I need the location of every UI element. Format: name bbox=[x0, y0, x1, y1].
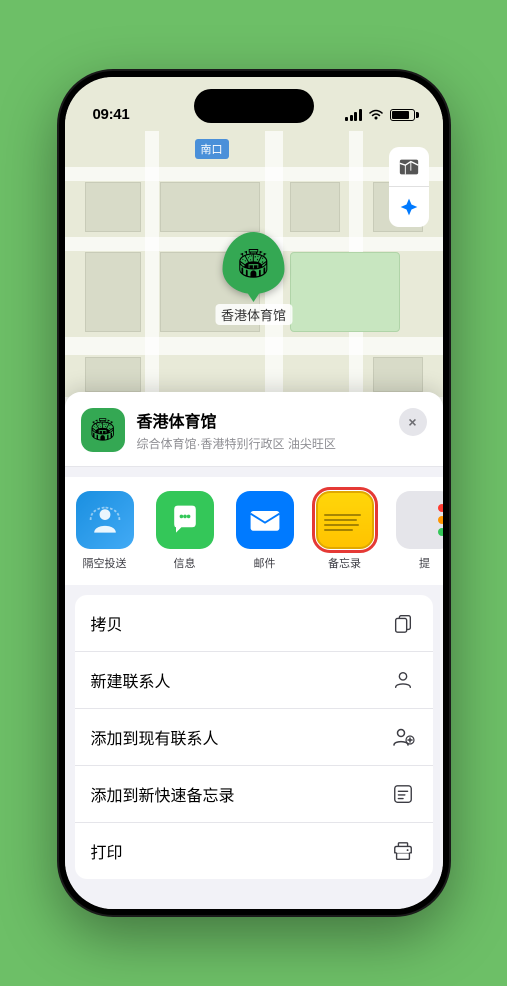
phone-frame: 09:41 bbox=[59, 71, 449, 915]
action-copy[interactable]: 拷贝 bbox=[75, 595, 433, 652]
more-icon bbox=[396, 491, 443, 549]
map-controls bbox=[389, 147, 429, 227]
messages-label: 信息 bbox=[174, 555, 196, 571]
notes-lines-decoration bbox=[318, 506, 372, 535]
print-icon bbox=[389, 837, 417, 865]
wifi-icon bbox=[368, 107, 384, 123]
place-info: 香港体育馆 综合体育馆·香港特别行政区 油尖旺区 bbox=[137, 408, 387, 452]
share-more[interactable]: 提 bbox=[385, 491, 443, 571]
stadium-icon: 🏟 bbox=[236, 247, 272, 280]
action-list: 拷贝 新建联系人 bbox=[75, 595, 433, 879]
status-time: 09:41 bbox=[93, 106, 130, 123]
notes-label: 备忘录 bbox=[328, 555, 361, 571]
location-button[interactable] bbox=[389, 187, 429, 227]
close-button[interactable]: × bbox=[399, 408, 427, 436]
place-name: 香港体育馆 bbox=[137, 408, 387, 432]
status-icons bbox=[345, 107, 415, 123]
notes-icon bbox=[316, 491, 374, 549]
south-entrance-text: 南口 bbox=[201, 144, 223, 156]
map-south-entrance-label: 南口 bbox=[195, 139, 229, 159]
place-header: 🏟 香港体育馆 综合体育馆·香港特别行政区 油尖旺区 × bbox=[65, 392, 443, 467]
add-existing-label: 添加到现有联系人 bbox=[91, 725, 219, 749]
messages-icon bbox=[156, 491, 214, 549]
copy-icon bbox=[389, 609, 417, 637]
mail-label: 邮件 bbox=[254, 555, 276, 571]
share-row: 隔空投送 信息 bbox=[65, 477, 443, 585]
add-existing-icon bbox=[389, 723, 417, 751]
share-messages[interactable]: 信息 bbox=[145, 491, 225, 571]
copy-label: 拷贝 bbox=[91, 611, 123, 635]
map-type-button[interactable] bbox=[389, 147, 429, 187]
action-quick-note[interactable]: 添加到新快速备忘录 bbox=[75, 766, 433, 823]
print-label: 打印 bbox=[91, 839, 123, 863]
action-new-contact[interactable]: 新建联系人 bbox=[75, 652, 433, 709]
airdrop-label: 隔空投送 bbox=[83, 555, 127, 571]
action-print[interactable]: 打印 bbox=[75, 823, 433, 879]
more-label: 提 bbox=[419, 555, 430, 571]
share-mail[interactable]: 邮件 bbox=[225, 491, 305, 571]
stadium-marker[interactable]: 🏟 香港体育馆 bbox=[215, 232, 292, 325]
marker-pin: 🏟 bbox=[222, 232, 284, 294]
action-add-existing[interactable]: 添加到现有联系人 bbox=[75, 709, 433, 766]
share-airdrop[interactable]: 隔空投送 bbox=[65, 491, 145, 571]
signal-bars-icon bbox=[345, 109, 362, 121]
quick-note-icon bbox=[389, 780, 417, 808]
bottom-sheet: 🏟 香港体育馆 综合体育馆·香港特别行政区 油尖旺区 × bbox=[65, 392, 443, 909]
place-description: 综合体育馆·香港特别行政区 油尖旺区 bbox=[137, 435, 387, 452]
new-contact-icon bbox=[389, 666, 417, 694]
phone-screen: 09:41 bbox=[65, 77, 443, 909]
marker-label: 香港体育馆 bbox=[215, 304, 292, 325]
quick-note-label: 添加到新快速备忘录 bbox=[91, 782, 235, 806]
battery-icon bbox=[390, 109, 415, 121]
new-contact-label: 新建联系人 bbox=[91, 668, 171, 692]
share-notes[interactable]: 备忘录 bbox=[305, 491, 385, 571]
place-icon: 🏟 bbox=[81, 408, 125, 452]
mail-icon bbox=[236, 491, 294, 549]
airdrop-icon bbox=[76, 491, 134, 549]
dynamic-island bbox=[194, 89, 314, 123]
